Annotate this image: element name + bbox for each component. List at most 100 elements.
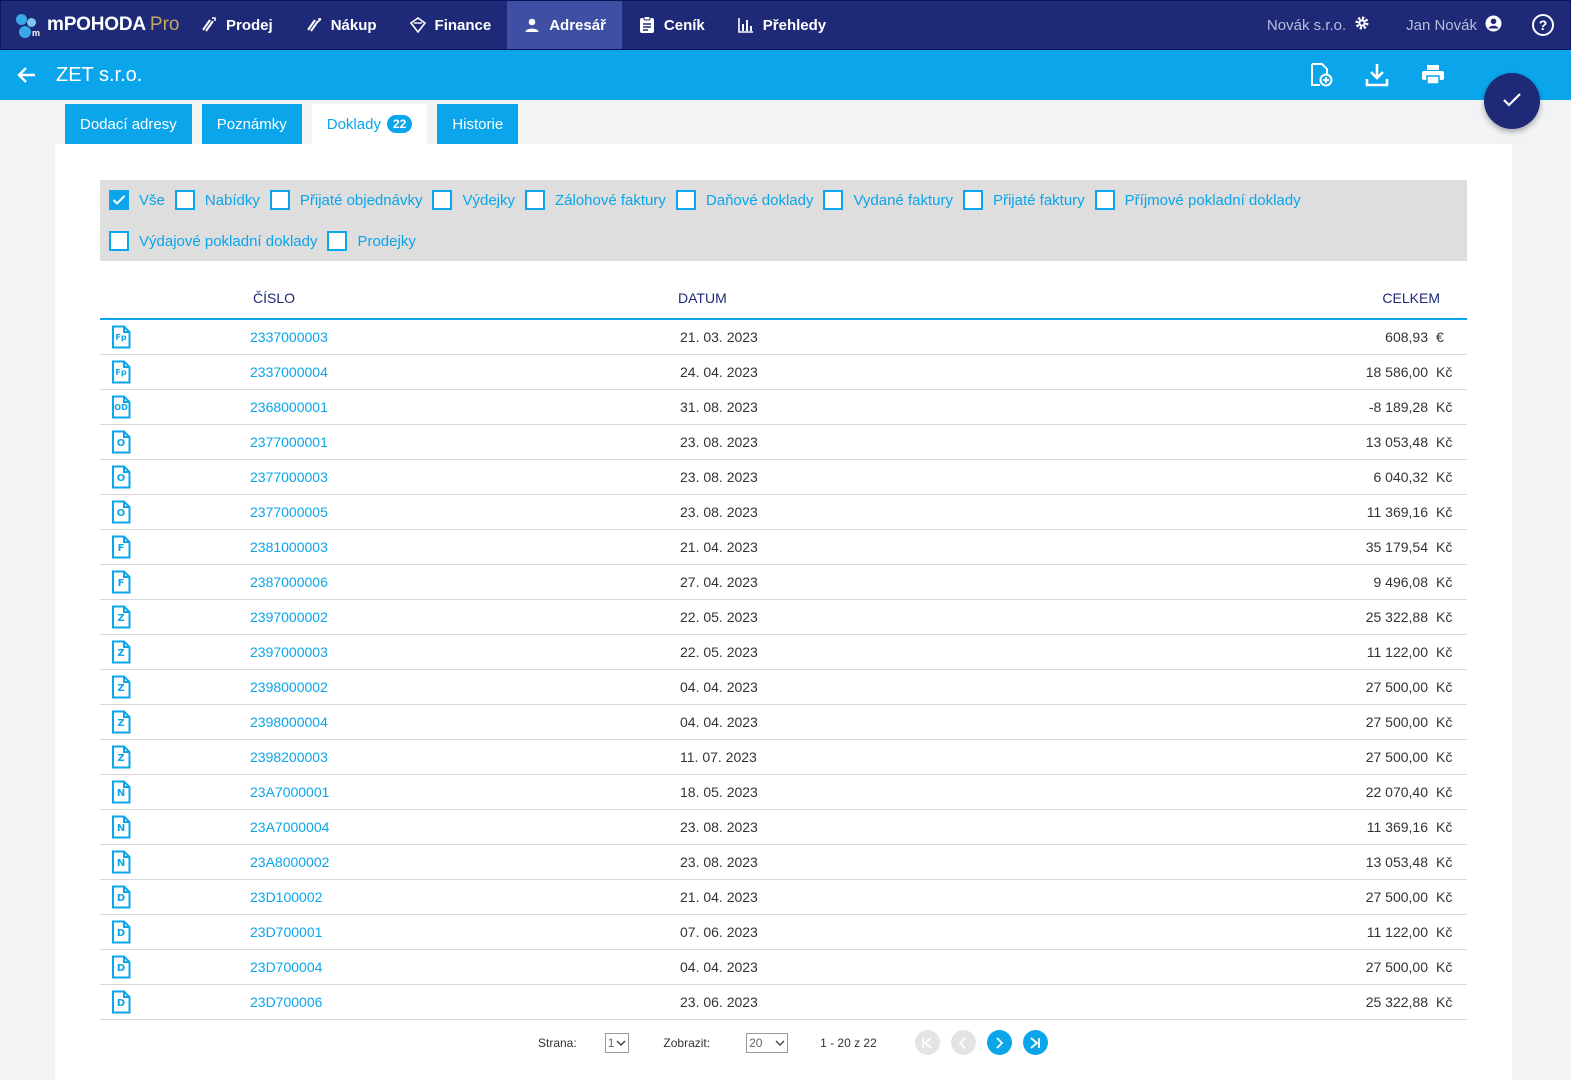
document-number-link[interactable]: 23A8000002 bbox=[250, 854, 680, 870]
document-number-link[interactable]: 23D700004 bbox=[250, 959, 680, 975]
table-row[interactable]: OD 2368000001 31. 08. 2023 -8 189,28 Kč bbox=[100, 390, 1467, 425]
filter-checkbox-item[interactable]: Prodejky bbox=[327, 231, 416, 251]
table-row[interactable]: F 2381000003 21. 04. 2023 35 179,54 Kč bbox=[100, 530, 1467, 565]
document-number-link[interactable]: 23D700001 bbox=[250, 924, 680, 940]
nav-item-prodej[interactable]: Prodej bbox=[184, 1, 289, 49]
filter-checkbox-item[interactable]: Vše bbox=[109, 190, 165, 210]
filter-label[interactable]: Daňové doklady bbox=[706, 192, 814, 209]
document-number-link[interactable]: 2398000004 bbox=[250, 714, 680, 730]
filter-label[interactable]: Příjmové pokladní doklady bbox=[1125, 192, 1301, 209]
table-row[interactable]: N 23A7000004 23. 08. 2023 11 369,16 Kč bbox=[100, 810, 1467, 845]
filter-checkbox-item[interactable]: Výdajové pokladní doklady bbox=[109, 231, 317, 251]
document-number-link[interactable]: 2397000003 bbox=[250, 644, 680, 660]
table-row[interactable]: Z 2397000003 22. 05. 2023 11 122,00 Kč bbox=[100, 635, 1467, 670]
document-number-link[interactable]: 2381000003 bbox=[250, 539, 680, 555]
table-row[interactable]: D 23D700001 07. 06. 2023 11 122,00 Kč bbox=[100, 915, 1467, 950]
column-header-total[interactable]: CELKEM bbox=[1382, 290, 1440, 306]
checkbox[interactable] bbox=[823, 190, 844, 210]
user-account-icon[interactable] bbox=[1485, 15, 1502, 36]
filter-label[interactable]: Přijaté objednávky bbox=[300, 192, 423, 209]
table-row[interactable]: N 23A7000001 18. 05. 2023 22 070,40 Kč bbox=[100, 775, 1467, 810]
filter-checkbox-item[interactable]: Příjmové pokladní doklady bbox=[1094, 190, 1301, 210]
filter-label[interactable]: Vše bbox=[139, 192, 165, 209]
nav-item-cenik[interactable]: Ceník bbox=[622, 1, 721, 49]
filter-label[interactable]: Zálohové faktury bbox=[555, 192, 666, 209]
checkbox-checked[interactable] bbox=[109, 190, 129, 210]
checkbox[interactable] bbox=[109, 231, 129, 251]
filter-checkbox-item[interactable]: Daňové doklady bbox=[675, 190, 814, 210]
checkbox[interactable] bbox=[327, 231, 348, 251]
nav-item-finance[interactable]: Finance bbox=[393, 1, 508, 49]
filter-label[interactable]: Výdajové pokladní doklady bbox=[139, 233, 317, 250]
document-number-link[interactable]: 2387000006 bbox=[250, 574, 680, 590]
last-page-button[interactable] bbox=[1022, 1030, 1048, 1055]
filter-checkbox-item[interactable]: Vydané faktury bbox=[823, 190, 953, 210]
company-selector[interactable]: Novák s.r.o. bbox=[1267, 15, 1370, 35]
table-row[interactable]: Fp 2337000003 21. 03. 2023 608,93 € bbox=[100, 320, 1467, 355]
checkbox[interactable] bbox=[525, 190, 545, 210]
nav-item-nakup[interactable]: Nákup bbox=[289, 1, 393, 49]
filter-label[interactable]: Nabídky bbox=[205, 192, 260, 209]
document-number-link[interactable]: 23A7000001 bbox=[250, 784, 680, 800]
filter-checkbox-item[interactable]: Přijaté faktury bbox=[962, 190, 1085, 210]
document-number-link[interactable]: 2398200003 bbox=[250, 749, 680, 765]
table-row[interactable]: Z 2398000004 04. 04. 2023 27 500,00 Kč bbox=[100, 705, 1467, 740]
document-number-link[interactable]: 2368000001 bbox=[250, 399, 680, 415]
first-page-button[interactable] bbox=[914, 1030, 940, 1055]
table-row[interactable]: Z 2398200003 11. 07. 2023 27 500,00 Kč bbox=[100, 740, 1467, 775]
table-row[interactable]: D 23D700006 23. 06. 2023 25 322,88 Kč bbox=[100, 985, 1467, 1020]
table-row[interactable]: O 2377000001 23. 08. 2023 13 053,48 Kč bbox=[100, 425, 1467, 460]
filter-label[interactable]: Výdejky bbox=[462, 192, 515, 209]
checkbox[interactable] bbox=[1094, 190, 1115, 210]
page-select[interactable]: 1 bbox=[604, 1032, 630, 1053]
download-icon[interactable] bbox=[1365, 62, 1389, 88]
print-icon[interactable] bbox=[1421, 62, 1445, 88]
checkbox[interactable] bbox=[675, 190, 696, 210]
help-icon[interactable]: ? bbox=[1532, 14, 1554, 36]
document-number-link[interactable]: 2377000003 bbox=[250, 469, 680, 485]
document-number-link[interactable]: 23D100002 bbox=[250, 889, 680, 905]
filter-label[interactable]: Vydané faktury bbox=[853, 192, 953, 209]
document-number-link[interactable]: 23D700006 bbox=[250, 994, 680, 1010]
tab-dodaci-adresy[interactable]: Dodací adresy bbox=[65, 104, 192, 144]
filter-label[interactable]: Prodejky bbox=[357, 233, 415, 250]
table-row[interactable]: D 23D100002 21. 04. 2023 27 500,00 Kč bbox=[100, 880, 1467, 915]
document-number-link[interactable]: 2397000002 bbox=[250, 609, 680, 625]
confirm-button[interactable] bbox=[1484, 73, 1540, 129]
nav-item-prehledy[interactable]: Přehledy bbox=[721, 1, 842, 49]
tab-historie[interactable]: Historie bbox=[437, 104, 519, 144]
table-row[interactable]: N 23A8000002 23. 08. 2023 13 053,48 Kč bbox=[100, 845, 1467, 880]
nav-item-adresar[interactable]: Adresář bbox=[507, 1, 622, 49]
checkbox[interactable] bbox=[269, 190, 290, 210]
checkbox[interactable] bbox=[174, 190, 195, 210]
table-row[interactable]: F 2387000006 27. 04. 2023 9 496,08 Kč bbox=[100, 565, 1467, 600]
checkbox[interactable] bbox=[962, 190, 983, 210]
table-row[interactable]: Fp 2337000004 24. 04. 2023 18 586,00 Kč bbox=[100, 355, 1467, 390]
table-row[interactable]: O 2377000003 23. 08. 2023 6 040,32 Kč bbox=[100, 460, 1467, 495]
previous-page-button[interactable] bbox=[950, 1030, 976, 1055]
user-menu[interactable]: Jan Novák bbox=[1406, 15, 1502, 36]
checkbox[interactable] bbox=[432, 190, 453, 210]
document-number-link[interactable]: 2337000003 bbox=[250, 329, 680, 345]
document-number-link[interactable]: 23A7000004 bbox=[250, 819, 680, 835]
new-document-icon[interactable] bbox=[1309, 62, 1333, 88]
column-header-number[interactable]: ČÍSLO bbox=[253, 290, 678, 306]
filter-checkbox-item[interactable]: Přijaté objednávky bbox=[269, 190, 423, 210]
brand[interactable]: m mPOHODA Pro bbox=[1, 1, 184, 49]
tab-doklady[interactable]: Doklady 22 bbox=[311, 104, 428, 144]
column-header-date[interactable]: DATUM bbox=[678, 290, 1298, 306]
next-page-button[interactable] bbox=[986, 1030, 1012, 1055]
table-row[interactable]: D 23D700004 04. 04. 2023 27 500,00 Kč bbox=[100, 950, 1467, 985]
filter-checkbox-item[interactable]: Výdejky bbox=[432, 190, 515, 210]
back-arrow-icon[interactable] bbox=[16, 64, 38, 86]
table-row[interactable]: Z 2397000002 22. 05. 2023 25 322,88 Kč bbox=[100, 600, 1467, 635]
document-number-link[interactable]: 2377000005 bbox=[250, 504, 680, 520]
table-row[interactable]: O 2377000005 23. 08. 2023 11 369,16 Kč bbox=[100, 495, 1467, 530]
document-number-link[interactable]: 2398000002 bbox=[250, 679, 680, 695]
page-size-select[interactable]: 20 bbox=[746, 1032, 789, 1053]
table-row[interactable]: Z 2398000002 04. 04. 2023 27 500,00 Kč bbox=[100, 670, 1467, 705]
gear-icon[interactable] bbox=[1354, 15, 1370, 35]
document-number-link[interactable]: 2337000004 bbox=[250, 364, 680, 380]
filter-checkbox-item[interactable]: Nabídky bbox=[174, 190, 260, 210]
document-number-link[interactable]: 2377000001 bbox=[250, 434, 680, 450]
